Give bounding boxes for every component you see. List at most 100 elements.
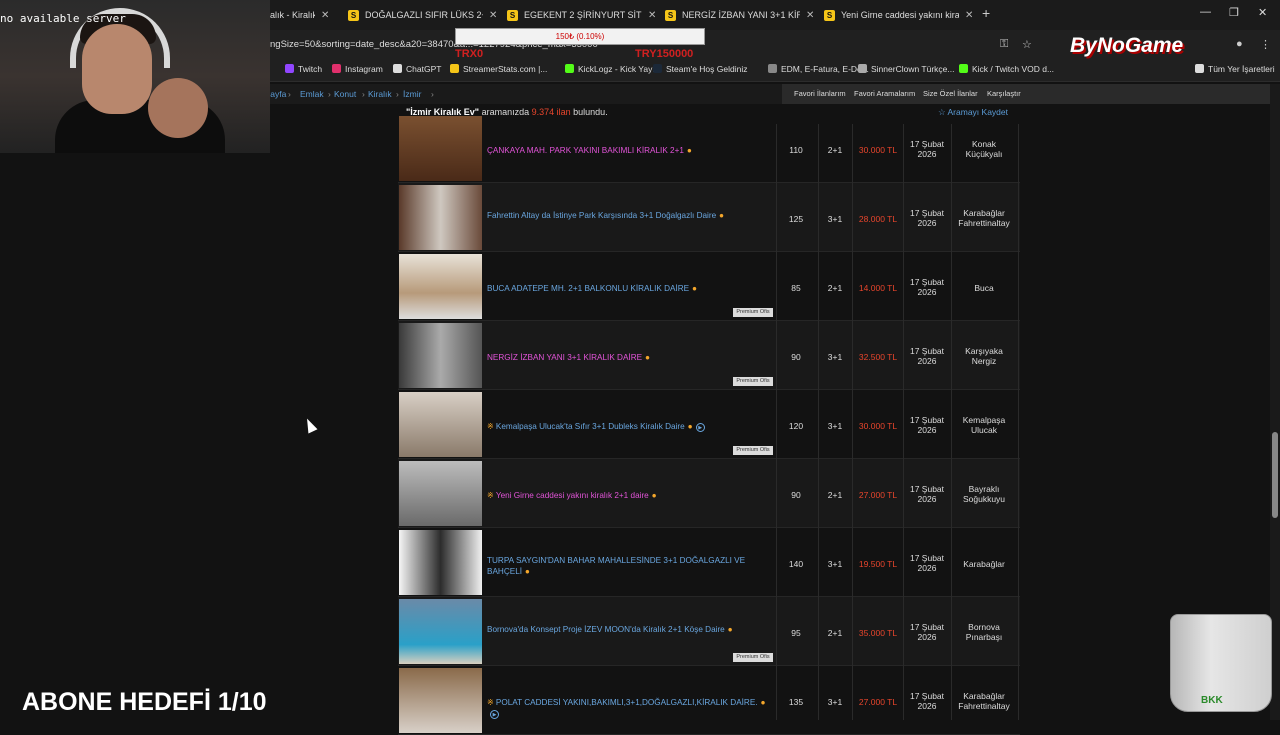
- listing-area-m2: 85: [791, 283, 801, 293]
- close-window-icon[interactable]: ✕: [1258, 6, 1267, 19]
- star-icon[interactable]: ☆: [1022, 38, 1032, 51]
- tab-label: Yeni Girne caddesi yakını kiralık: [841, 10, 959, 20]
- listing-title-link[interactable]: Fahrettin Altay da İstinye Park Karşısın…: [487, 210, 775, 221]
- listing-title-link[interactable]: Bornova'da Konsept Proje İZEV MOON'da Ki…: [487, 624, 775, 635]
- listing-date-day: 17 Şubat: [909, 208, 945, 218]
- top-nav-link[interactable]: Favori İlanlarım: [794, 89, 846, 98]
- bookmark-item[interactable]: EDM, E-Fatura, E-De...: [768, 64, 869, 74]
- listing-thumbnail[interactable]: [399, 323, 482, 388]
- listing-thumbnail[interactable]: [399, 599, 482, 664]
- close-tab-icon[interactable]: ✕: [965, 10, 973, 21]
- bookmark-favicon-icon: [858, 64, 867, 73]
- new-tab-button[interactable]: +: [982, 5, 990, 21]
- listing-thumbnail[interactable]: [399, 254, 482, 319]
- bookmark-item[interactable]: Twitch: [285, 64, 322, 74]
- listing-thumbnail[interactable]: [399, 530, 482, 595]
- listing-title-link[interactable]: BUCA ADATEPE MH. 2+1 BALKONLU KİRALIK DA…: [487, 283, 775, 294]
- browser-tab[interactable]: S DOĞALGAZLI SIFIR LÜKS 2+1 B ✕: [348, 4, 498, 26]
- close-tab-icon[interactable]: ✕: [648, 10, 656, 21]
- maximize-icon[interactable]: ❐: [1229, 6, 1239, 19]
- featured-icon: ※: [487, 422, 494, 431]
- profile-icon[interactable]: ●: [1236, 38, 1243, 50]
- site-favicon-icon: S: [348, 9, 359, 21]
- bookmark-item[interactable]: Kick / Twitch VOD d...: [959, 64, 1054, 74]
- column-divider: [818, 124, 819, 720]
- webcam-status-text: no available server: [0, 12, 126, 25]
- listing-title-link[interactable]: ※ Yeni Girne caddesi yakını kiralık 2+1 d…: [487, 490, 775, 501]
- top-nav-link[interactable]: Favori Aramalarım: [854, 89, 915, 98]
- video-play-icon[interactable]: ▶: [490, 710, 499, 719]
- listing-title-link[interactable]: ※ Kemalpaşa Ulucak'ta Sıfır 3+1 Dubleks K…: [487, 421, 775, 432]
- listing-row[interactable]: BUCA ADATEPE MH. 2+1 BALKONLU KİRALIK DA…: [398, 252, 1020, 321]
- listing-date-day: 17 Şubat: [909, 346, 945, 356]
- listing-title-link[interactable]: ※ POLAT CADDESİ YAKINI,BAKIMLI,3+1,DOĞALG…: [487, 697, 775, 719]
- bookmark-label: ChatGPT: [406, 64, 442, 74]
- listing-thumbnail[interactable]: [399, 461, 482, 526]
- bookmark-item[interactable]: StreamerStats.com |...: [450, 64, 547, 74]
- listing-row[interactable]: ※ POLAT CADDESİ YAKINI,BAKIMLI,3+1,DOĞALG…: [398, 666, 1020, 735]
- highlight-bulb-icon: ●: [692, 284, 698, 293]
- close-tab-icon[interactable]: ✕: [489, 10, 497, 21]
- listing-thumbnail[interactable]: [399, 392, 482, 457]
- bookmark-label: EDM, E-Fatura, E-De...: [781, 64, 869, 74]
- listing-thumbnail[interactable]: [399, 185, 482, 250]
- key-icon[interactable]: ⚿: [1000, 38, 1008, 51]
- listing-title-link[interactable]: ÇANKAYA MAH. PARK YAKINI BAKIMLI KİRALIK…: [487, 145, 775, 156]
- bookmark-item[interactable]: Steam'e Hoş Geldiniz: [653, 64, 747, 74]
- listing-thumbnail[interactable]: [399, 116, 482, 181]
- donation-overlay: 150₺ (0.10%): [455, 28, 705, 45]
- breadcrumb-item[interactable]: Konut: [334, 89, 356, 99]
- listing-row[interactable]: ※ Kemalpaşa Ulucak'ta Sıfır 3+1 Dubleks K…: [398, 390, 1020, 459]
- bookmark-item[interactable]: Instagram: [332, 64, 383, 74]
- listing-row[interactable]: ※ Yeni Girne caddesi yakını kiralık 2+1 d…: [398, 459, 1020, 528]
- listing-row[interactable]: Fahrettin Altay da İstinye Park Karşısın…: [398, 183, 1020, 252]
- listing-area-m2: 90: [791, 490, 801, 500]
- listing-location-neighborhood: Soğukkuyu: [962, 494, 1006, 504]
- scrollbar-thumb[interactable]: [1272, 432, 1278, 518]
- listing-row[interactable]: ÇANKAYA MAH. PARK YAKINI BAKIMLI KİRALIK…: [398, 114, 1020, 183]
- browser-tab[interactable]: S NERGİZ İZBAN YANI 3+1 KİRAL ✕: [665, 4, 815, 26]
- bookmark-item[interactable]: Tüm Yer İşaretleri: [1195, 64, 1275, 74]
- tab-label: NERGİZ İZBAN YANI 3+1 KİRAL: [682, 10, 800, 20]
- breadcrumb-item[interactable]: Emlak: [300, 89, 324, 99]
- listing-row[interactable]: Bornova'da Konsept Proje İZEV MOON'da Ki…: [398, 597, 1020, 666]
- listing-date-year: 2026: [917, 494, 937, 504]
- listing-title-text: Kemalpaşa Ulucak'ta Sıfır 3+1 Dubleks Ki…: [495, 422, 685, 431]
- listing-title-text: POLAT CADDESİ YAKINI,BAKIMLI,3+1,DOĞALGA…: [495, 698, 758, 707]
- listing-area-m2: 135: [788, 697, 804, 707]
- listing-row[interactable]: NERGİZ İZBAN YANI 3+1 KİRALIK DAİRE ● Prem…: [398, 321, 1020, 390]
- menu-icon[interactable]: ⋮: [1260, 38, 1271, 51]
- breadcrumb-item[interactable]: Kiralık: [368, 89, 392, 99]
- video-play-icon[interactable]: ▶: [695, 423, 705, 432]
- close-tab-icon[interactable]: ✕: [321, 10, 329, 21]
- listing-title-link[interactable]: NERGİZ İZBAN YANI 3+1 KİRALIK DAİRE ●: [487, 352, 775, 363]
- subscriber-goal: ABONE HEDEFİ 1/10: [22, 688, 267, 716]
- listing-date-year: 2026: [917, 563, 937, 573]
- listing-row[interactable]: TURPA SAYGIN'DAN BAHAR MAHALLESİNDE 3+1 …: [398, 528, 1020, 597]
- browser-tab[interactable]: S EGEKENT 2 ŞİRİNYURT SİTESİNİ ✕: [507, 4, 657, 26]
- browser-tab[interactable]: alık - Kiralık D ✕: [270, 4, 340, 26]
- listing-title-link[interactable]: TURPA SAYGIN'DAN BAHAR MAHALLESİNDE 3+1 …: [487, 555, 775, 577]
- browser-tab[interactable]: S Yeni Girne caddesi yakını kiralık ✕: [824, 4, 974, 26]
- bynogame-logo: ByNoGame: [1070, 34, 1184, 57]
- top-nav-link[interactable]: Karşılaştır: [987, 89, 1021, 98]
- bookmark-item[interactable]: KickLogz - Kick Yayı...: [565, 64, 662, 74]
- listing-area-m2: 140: [788, 559, 804, 569]
- listing-location-district: Karabağlar: [963, 691, 1005, 701]
- featured-icon: ※: [487, 698, 494, 707]
- bookmark-favicon-icon: [768, 64, 777, 73]
- listing-area-m2: 125: [788, 214, 804, 224]
- breadcrumb-separator-icon: ›: [362, 89, 365, 99]
- cup-label: BKK: [1201, 695, 1223, 706]
- premium-office-badge: Premium Ofis: [733, 653, 773, 662]
- listing-thumbnail[interactable]: [399, 668, 482, 733]
- breadcrumb-separator-icon: ›: [431, 89, 434, 99]
- close-tab-icon[interactable]: ✕: [806, 10, 814, 21]
- top-nav-link[interactable]: Size Özel İlanlar: [923, 89, 978, 98]
- minimize-icon[interactable]: —: [1200, 6, 1211, 18]
- breadcrumb-item[interactable]: İzmir: [403, 89, 421, 99]
- featured-icon: ※: [487, 491, 494, 500]
- bookmark-item[interactable]: ChatGPT: [393, 64, 441, 74]
- listing-date-day: 17 Şubat: [909, 553, 945, 563]
- bookmark-item[interactable]: SinnerClown Türkçe...: [858, 64, 954, 74]
